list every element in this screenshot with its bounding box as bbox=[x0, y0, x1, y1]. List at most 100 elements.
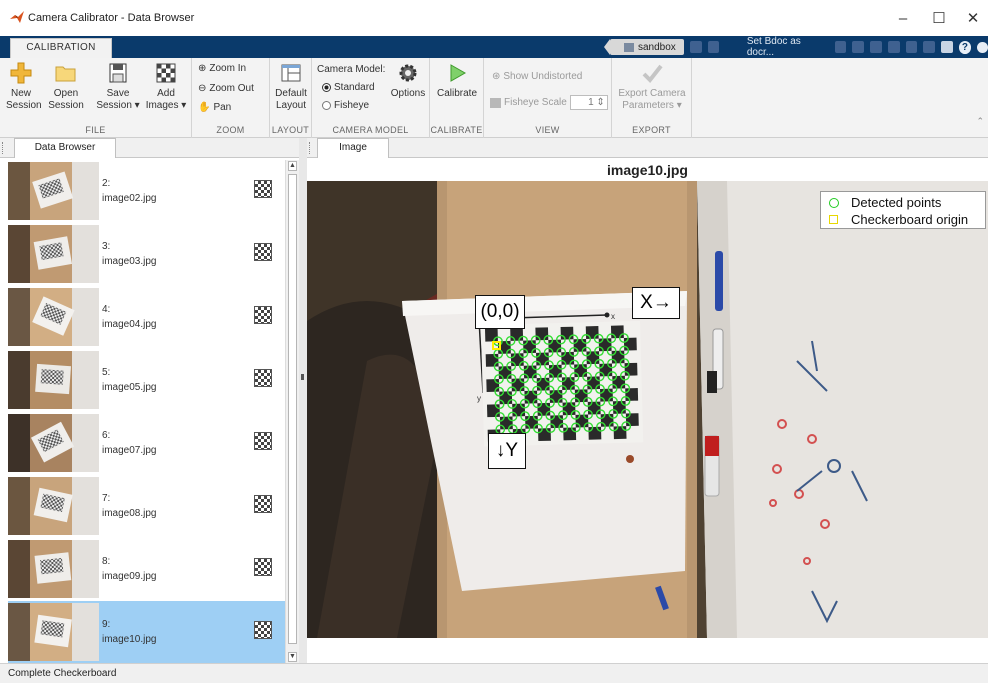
legend: Detected points Checkerboard origin bbox=[820, 191, 986, 229]
image-list-item-label: 5: image05.jpg bbox=[102, 365, 156, 395]
copy-icon[interactable] bbox=[870, 41, 882, 53]
zoom-out-button[interactable]: ⊖ Zoom Out bbox=[198, 83, 254, 94]
checker-square bbox=[612, 375, 626, 389]
checker-square bbox=[524, 390, 538, 404]
fisheye-scale-control: Fisheye Scale 1 ⇕ bbox=[490, 95, 608, 110]
image-filename: image10.jpg bbox=[102, 634, 157, 645]
maximize-button[interactable]: ☐ bbox=[922, 8, 956, 30]
zoom-in-button[interactable]: ⊕ Zoom In bbox=[198, 63, 246, 74]
show-undistorted-button[interactable]: ⊛ Show Undistorted bbox=[492, 71, 582, 82]
search-icon[interactable] bbox=[689, 41, 702, 53]
checker-square bbox=[499, 416, 513, 430]
options-icon[interactable] bbox=[977, 41, 988, 53]
layout-grid-icon bbox=[280, 62, 302, 84]
image-filename: image07.jpg bbox=[102, 445, 157, 456]
checkerboard-status-icon bbox=[254, 495, 272, 513]
pan-button[interactable]: ✋ Pan bbox=[198, 102, 231, 113]
sandbox-arrow-icon bbox=[604, 39, 610, 55]
switch-windows-icon[interactable] bbox=[940, 41, 953, 53]
checker-square bbox=[562, 402, 576, 416]
tab-data-browser[interactable]: Data Browser bbox=[14, 138, 116, 158]
image-list-item[interactable]: 3: image03.jpg bbox=[8, 223, 285, 285]
paste-icon[interactable] bbox=[887, 41, 900, 53]
new-session-button[interactable]: New Session bbox=[6, 62, 42, 112]
checker-square bbox=[525, 415, 539, 429]
close-button[interactable]: ✕ bbox=[956, 8, 988, 30]
image-title: image10.jpg bbox=[607, 162, 688, 178]
image-list-item[interactable]: 4: image04.jpg bbox=[8, 286, 285, 348]
checker-square bbox=[600, 413, 614, 427]
panel-splitter[interactable] bbox=[299, 138, 307, 663]
image-list-item[interactable]: 7: image08.jpg bbox=[8, 475, 285, 537]
checker-square bbox=[574, 389, 588, 403]
image-thumbnail bbox=[8, 162, 99, 220]
list-scrollbar[interactable]: ▲ ▼ bbox=[285, 160, 299, 663]
status-bar: Complete Checkerboard bbox=[0, 663, 988, 683]
collapse-ribbon-icon[interactable]: ⌃ bbox=[976, 116, 984, 127]
panel-grip-icon bbox=[309, 142, 312, 154]
hand-icon: ✋ bbox=[198, 102, 211, 113]
image-list-item[interactable]: 8: image09.jpg bbox=[8, 538, 285, 600]
options-button[interactable]: Options bbox=[388, 62, 428, 100]
checker-square bbox=[550, 415, 564, 429]
image-list-item[interactable]: 9: image10.jpg bbox=[8, 601, 285, 663]
checker-square bbox=[563, 427, 577, 441]
calibrate-group: Calibrate CALIBRATE bbox=[430, 58, 484, 138]
checker-square bbox=[512, 403, 526, 417]
axis-y-letter: y bbox=[477, 394, 481, 403]
ribbon-toolbar: New Session Open Session Save Session ▾ … bbox=[0, 58, 988, 138]
scrollbar-thumb[interactable] bbox=[288, 174, 297, 644]
calibration-photo: x y bbox=[307, 181, 988, 638]
undo-icon[interactable] bbox=[905, 41, 918, 53]
folder-icon bbox=[624, 42, 634, 52]
community-icon[interactable] bbox=[707, 41, 720, 53]
checkerboard-icon bbox=[155, 62, 177, 84]
standard-radio[interactable]: Standard bbox=[322, 82, 375, 93]
folder-open-icon bbox=[55, 62, 77, 84]
default-layout-button[interactable]: Default Layout bbox=[272, 62, 310, 112]
image-index: 8: bbox=[102, 556, 111, 567]
image-thumbnail bbox=[8, 414, 99, 472]
checker-square bbox=[523, 340, 537, 354]
checker-square bbox=[598, 338, 612, 352]
checker-square bbox=[561, 351, 575, 365]
image-index: 5: bbox=[102, 367, 111, 378]
add-images-button[interactable]: Add Images ▾ bbox=[144, 62, 188, 112]
scroll-up-icon[interactable]: ▲ bbox=[288, 161, 297, 171]
checker-square bbox=[548, 339, 562, 353]
zoom-group: ⊕ Zoom In ⊖ Zoom Out ✋ Pan ZOOM bbox=[192, 58, 270, 138]
panel-grip-icon bbox=[2, 142, 5, 154]
minimize-button[interactable]: – bbox=[886, 8, 920, 30]
export-group: Export Camera Parameters ▾ EXPORT bbox=[612, 58, 692, 138]
green-circle-icon bbox=[829, 197, 839, 208]
save-session-button[interactable]: Save Session ▾ bbox=[96, 62, 140, 112]
scroll-down-icon[interactable]: ▼ bbox=[288, 652, 297, 662]
cut-icon[interactable] bbox=[852, 41, 865, 53]
sandbox-button[interactable]: sandbox bbox=[604, 39, 684, 55]
calibration-image[interactable]: x y (0,0) X→ ↓Y Detected points Checkerb… bbox=[307, 181, 988, 638]
image-list-item[interactable]: 2: image02.jpg bbox=[8, 160, 285, 222]
sandbox-label: sandbox bbox=[638, 41, 676, 53]
redo-icon[interactable] bbox=[923, 41, 935, 53]
export-camera-parameters-button[interactable]: Export Camera Parameters ▾ bbox=[616, 62, 688, 112]
tab-calibration[interactable]: CALIBRATION bbox=[10, 38, 112, 58]
set-doc-label[interactable]: Set Bdoc as docr... bbox=[747, 36, 829, 58]
checker-square bbox=[561, 377, 575, 390]
help-icon[interactable]: ? bbox=[958, 40, 972, 54]
image-list-item[interactable]: 5: image05.jpg bbox=[8, 349, 285, 411]
fisheye-scale-spinner[interactable]: 1 ⇕ bbox=[569, 95, 608, 110]
tab-image[interactable]: Image bbox=[317, 138, 389, 158]
image-list: 2: image02.jpg 3: image03.jpg 4: image04.jpg 5… bbox=[8, 160, 285, 663]
open-session-button[interactable]: Open Session bbox=[48, 62, 84, 112]
image-list-item-label: 2: image02.jpg bbox=[102, 176, 156, 206]
legend-detected-points: Detected points bbox=[829, 195, 941, 210]
save-icon[interactable] bbox=[834, 41, 847, 53]
checker-square bbox=[485, 353, 499, 367]
fisheye-radio[interactable]: Fisheye bbox=[322, 100, 369, 111]
checkerboard-status-icon bbox=[254, 621, 272, 639]
checkerboard-status-icon bbox=[254, 243, 272, 261]
checkerboard-status-icon bbox=[254, 306, 272, 324]
calibrate-button[interactable]: Calibrate bbox=[434, 62, 480, 100]
image-list-item[interactable]: 6: image07.jpg bbox=[8, 412, 285, 474]
image-thumbnail bbox=[8, 351, 99, 409]
